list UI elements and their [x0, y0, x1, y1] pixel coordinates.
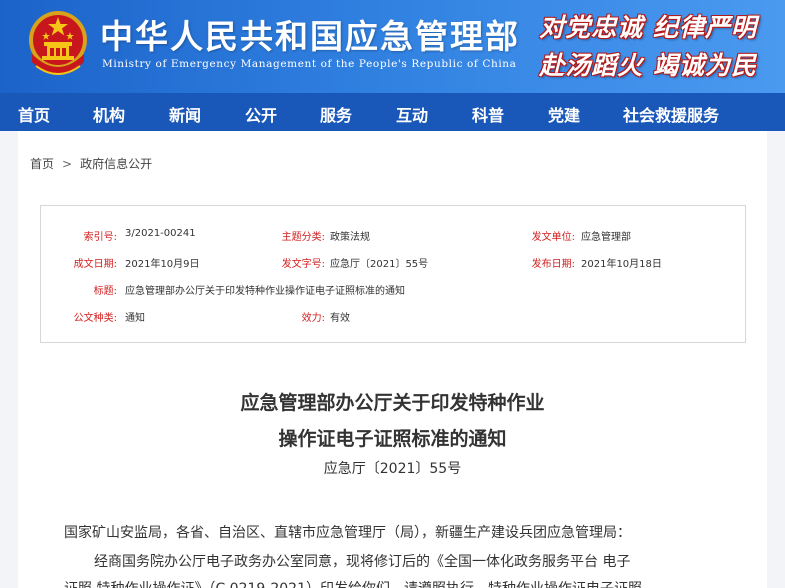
doc-number-label: 发文字号:	[281, 259, 325, 270]
breadcrumb: 首页 > 政府信息公开	[30, 155, 152, 172]
created-date-value: 2021年10月9日	[125, 259, 200, 270]
nav-item-news[interactable]: 新闻	[169, 102, 201, 126]
published-date-value: 2021年10月18日	[581, 259, 662, 270]
nav-item-institutions[interactable]: 机构	[93, 102, 125, 126]
published-date-label: 发布日期:	[531, 259, 575, 270]
created-date-label: 成文日期:	[73, 259, 117, 270]
breadcrumb-home-link[interactable]: 首页	[30, 157, 54, 171]
site-header: 中华人民共和国应急管理部 Ministry of Emergency Manag…	[0, 0, 785, 93]
nav-item-interaction[interactable]: 互动	[396, 102, 428, 126]
document-number: 应急厅〔2021〕55号	[323, 461, 462, 477]
slogan-line-1: 对党忠诚 纪律严明	[539, 13, 757, 42]
nav-item-science[interactable]: 科普	[472, 102, 504, 126]
doc-type-label: 公文种类:	[73, 313, 117, 324]
validity-label: 效力:	[301, 313, 325, 324]
nav-item-disclosure[interactable]: 公开	[245, 102, 277, 126]
national-emblem-icon	[29, 11, 87, 75]
site-subtitle: Ministry of Emergency Management of the …	[102, 58, 517, 70]
page-margin-right	[767, 131, 785, 588]
doc-type-value: 通知	[125, 313, 145, 324]
category-label: 主题分类:	[281, 232, 325, 243]
nav-item-party[interactable]: 党建	[548, 102, 580, 126]
page-margin-left	[0, 131, 18, 588]
document-title-line-1: 应急管理部办公厅关于印发特种作业	[240, 392, 545, 414]
nav-item-services[interactable]: 服务	[320, 102, 352, 126]
site-title: 中华人民共和国应急管理部	[100, 17, 520, 56]
doc-number-value: 应急厅〔2021〕55号	[330, 259, 429, 270]
body-paragraph-1-line-1: 经商国务院办公厅电子政务办公室同意，现将修订后的《全国一体化政务服务平台 电子	[94, 554, 631, 570]
body-paragraph-1-line-2: 证照 特种作业操作证》（C 0219-2021）印发给你们，请遵照执行。特种作业…	[64, 578, 642, 588]
validity-value: 有效	[330, 313, 350, 324]
nav-item-home[interactable]: 首页	[18, 102, 50, 126]
nav-item-rescue-services[interactable]: 社会救援服务	[623, 102, 719, 126]
index-label: 索引号:	[83, 232, 117, 243]
slogan-line-2: 赴汤蹈火 竭诚为民	[539, 51, 757, 80]
document-title-line-2: 操作证电子证照标准的通知	[278, 428, 507, 450]
breadcrumb-separator: >	[62, 157, 73, 171]
body-paragraph-addressees: 国家矿山安监局，各省、自治区、直辖市应急管理厅（局），新疆生产建设兵团应急管理局…	[64, 525, 631, 541]
issuer-value: 应急管理部	[581, 232, 631, 243]
title-value: 应急管理部办公厅关于印发特种作业操作证电子证照标准的通知	[125, 286, 405, 297]
content-panel	[18, 131, 767, 588]
issuer-label: 发文单位:	[531, 232, 575, 243]
breadcrumb-current[interactable]: 政府信息公开	[80, 157, 152, 171]
title-label: 标题:	[93, 286, 117, 297]
index-value: 3/2021-00241	[125, 228, 196, 239]
category-value: 政策法规	[330, 232, 370, 243]
document-metadata-box: 索引号: 3/2021-00241 主题分类: 政策法规 发文单位: 应急管理部…	[40, 205, 746, 343]
main-nav: 首页 机构 新闻 公开 服务 互动 科普 党建 社会救援服务	[0, 93, 785, 131]
